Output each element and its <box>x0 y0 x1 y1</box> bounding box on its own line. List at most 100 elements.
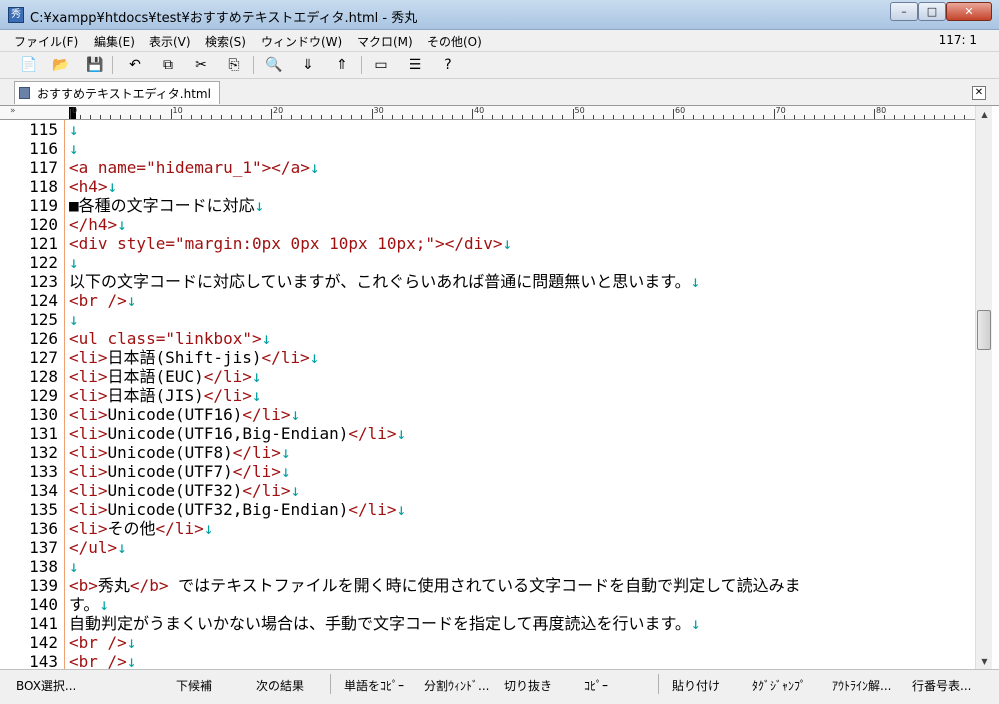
maximize-button[interactable]: □ <box>918 2 946 21</box>
editor-line[interactable]: 129 <li>日本語(JIS)</li>↓ <box>0 386 975 405</box>
line-text[interactable]: <li>日本語(Shift-jis)</li>↓ <box>69 348 319 367</box>
fkey-cut[interactable]: 切り抜き <box>504 677 552 694</box>
line-text[interactable]: <li>日本語(EUC)</li>↓ <box>69 367 262 386</box>
line-text[interactable]: <br />↓ <box>69 291 136 310</box>
editor-line[interactable]: 139 <b>秀丸</b> ではテキストファイルを開く時に使用されている文字コード… <box>0 576 975 595</box>
editor-line[interactable]: 119 ■各種の文字コードに対応↓ <box>0 196 975 215</box>
paste-icon[interactable]: ⎘ <box>223 55 245 75</box>
tab-close-icon[interactable]: ✕ <box>972 86 986 100</box>
search-up-icon[interactable]: ⇑ <box>331 55 353 75</box>
line-text[interactable]: ↓ <box>69 139 79 158</box>
cut-icon[interactable]: ✂ <box>190 55 212 75</box>
line-text[interactable]: ↓ <box>69 557 79 576</box>
line-text[interactable]: <a name="hidemaru_1"></a>↓ <box>69 158 319 177</box>
save-file-icon[interactable]: 💾 <box>84 55 106 75</box>
menu-other[interactable]: その他(O) <box>427 33 482 50</box>
line-text[interactable]: <li>Unicode(UTF32,Big-Endian)</li>↓ <box>69 500 406 519</box>
fkey-line-number[interactable]: 行番号表... <box>912 677 971 694</box>
editor-line[interactable]: 126 <ul class="linkbox">↓ <box>0 329 975 348</box>
line-text[interactable]: <b>秀丸</b> ではテキストファイルを開く時に使用されている文字コードを自動… <box>69 576 801 595</box>
scrollbar-thumb[interactable] <box>977 310 991 350</box>
editor-line[interactable]: 142 <br />↓ <box>0 633 975 652</box>
fkey-paste[interactable]: 貼り付け <box>672 677 720 694</box>
editor-line[interactable]: 125 ↓ <box>0 310 975 329</box>
editor-line[interactable]: 115 ↓ <box>0 120 975 139</box>
editor-line[interactable]: 135 <li>Unicode(UTF32,Big-Endian)</li>↓ <box>0 500 975 519</box>
fkey-outline[interactable]: ｱｳﾄﾗｲﾝ解... <box>832 677 891 694</box>
editor-line[interactable]: 141 自動判定がうまくいかない場合は、手動で文字コードを指定して再度読込を行いま… <box>0 614 975 633</box>
menu-search[interactable]: 検索(S) <box>205 33 246 50</box>
editor-line[interactable]: 133 <li>Unicode(UTF7)</li>↓ <box>0 462 975 481</box>
window-icon[interactable]: ▭ <box>370 55 392 75</box>
open-file-icon[interactable]: 📂 <box>50 55 72 75</box>
editor-line[interactable]: 120 </h4>↓ <box>0 215 975 234</box>
editor-line[interactable]: 121 <div style="margin:0px 0px 10px 10px;… <box>0 234 975 253</box>
line-text[interactable]: <br />↓ <box>69 652 136 670</box>
split-window-icon[interactable]: ☰ <box>404 55 426 75</box>
search-icon[interactable]: 🔍 <box>263 55 285 75</box>
line-text[interactable]: <ul class="linkbox">↓ <box>69 329 271 348</box>
menu-file[interactable]: ファイル(F) <box>14 33 78 50</box>
line-text[interactable]: <li>Unicode(UTF7)</li>↓ <box>69 462 291 481</box>
editor-line[interactable]: 127 <li>日本語(Shift-jis)</li>↓ <box>0 348 975 367</box>
fkey-box-select[interactable]: BOX選択... <box>16 677 76 694</box>
scroll-down-icon[interactable]: ▼ <box>976 653 993 670</box>
line-text[interactable]: ↓ <box>69 253 79 272</box>
line-text[interactable]: <li>Unicode(UTF16)</li>↓ <box>69 405 300 424</box>
menu-edit[interactable]: 編集(E) <box>94 33 135 50</box>
fkey-next-result[interactable]: 次の結果 <box>256 677 304 694</box>
line-text[interactable]: 以下の文字コードに対応していますが、これぐらいあれば普通に問題無いと思います。↓ <box>69 272 700 291</box>
fkey-tag-jump[interactable]: ﾀｸﾞｼﾞｬﾝﾌﾟ <box>752 677 806 694</box>
vertical-scrollbar[interactable]: ▲ ▼ <box>975 106 992 670</box>
editor-area[interactable]: » 0102030405060708090 115↓116↓117<a name… <box>0 105 999 670</box>
tab-document[interactable]: おすすめテキストエディタ.html <box>14 81 220 104</box>
line-text[interactable]: <li>Unicode(UTF16,Big-Endian)</li>↓ <box>69 424 406 443</box>
editor-line[interactable]: 131 <li>Unicode(UTF16,Big-Endian)</li>↓ <box>0 424 975 443</box>
minimize-button[interactable]: – <box>890 2 918 21</box>
line-text[interactable]: <li>その他</li>↓ <box>69 519 213 538</box>
hidemaru-app-icon[interactable]: 秀 <box>8 7 24 23</box>
line-text[interactable]: <li>Unicode(UTF32)</li>↓ <box>69 481 300 500</box>
editor-line[interactable]: 128 <li>日本語(EUC)</li>↓ <box>0 367 975 386</box>
editor-line[interactable]: 143 <br />↓ <box>0 652 975 670</box>
editor-line[interactable]: 122 ↓ <box>0 253 975 272</box>
undo-icon[interactable]: ↶ <box>124 55 146 75</box>
help-icon[interactable]: ? <box>437 55 459 75</box>
editor-line[interactable]: 130 <li>Unicode(UTF16)</li>↓ <box>0 405 975 424</box>
copy-icon[interactable]: ⧉ <box>157 55 179 75</box>
line-text[interactable]: </ul>↓ <box>69 538 127 557</box>
fkey-next-candidate[interactable]: 下候補 <box>176 677 212 694</box>
editor-line[interactable]: 138 ↓ <box>0 557 975 576</box>
editor-line[interactable]: 117 <a name="hidemaru_1"></a>↓ <box>0 158 975 177</box>
editor-line[interactable]: 118 <h4>↓ <box>0 177 975 196</box>
fkey-copy[interactable]: ｺﾋﾟｰ <box>584 677 608 694</box>
line-text[interactable]: ↓ <box>69 120 79 139</box>
line-text[interactable]: <li>日本語(JIS)</li>↓ <box>69 386 262 405</box>
line-text[interactable]: <br />↓ <box>69 633 136 652</box>
scroll-up-icon[interactable]: ▲ <box>976 106 993 123</box>
line-text[interactable]: <li>Unicode(UTF8)</li>↓ <box>69 443 291 462</box>
menu-view[interactable]: 表示(V) <box>149 33 191 50</box>
line-text[interactable]: 自動判定がうまくいかない場合は、手動で文字コードを指定して再度読込を行います。↓ <box>69 614 701 633</box>
line-text[interactable]: す。↓ <box>69 595 109 614</box>
line-text[interactable]: <h4>↓ <box>69 177 117 196</box>
new-file-icon[interactable]: 📄 <box>18 55 40 75</box>
text-lines[interactable]: 115 ↓ 116 ↓ 117 <a name="hidemaru_1"></a>↓ 118… <box>0 120 975 670</box>
line-text[interactable]: </h4>↓ <box>69 215 127 234</box>
editor-line[interactable]: 137 </ul>↓ <box>0 538 975 557</box>
editor-line[interactable]: 116 ↓ <box>0 139 975 158</box>
editor-line[interactable]: 132 <li>Unicode(UTF8)</li>↓ <box>0 443 975 462</box>
search-down-icon[interactable]: ⇓ <box>297 55 319 75</box>
menu-window[interactable]: ウィンドウ(W) <box>261 33 342 50</box>
line-text[interactable]: ↓ <box>69 310 79 329</box>
fkey-split-window[interactable]: 分割ｳｨﾝﾄﾞ... <box>424 677 489 694</box>
editor-line[interactable]: 123 以下の文字コードに対応していますが、これぐらいあれば普通に問題無いと思いま… <box>0 272 975 291</box>
fkey-copy-word[interactable]: 単語をｺﾋﾟｰ <box>344 677 404 694</box>
line-text[interactable]: ■各種の文字コードに対応↓ <box>69 196 264 215</box>
editor-line[interactable]: 134 <li>Unicode(UTF32)</li>↓ <box>0 481 975 500</box>
editor-line[interactable]: 136 <li>その他</li>↓ <box>0 519 975 538</box>
editor-line[interactable]: 140 す。↓ <box>0 595 975 614</box>
menu-macro[interactable]: マクロ(M) <box>357 33 413 50</box>
editor-line[interactable]: 124 <br />↓ <box>0 291 975 310</box>
line-text[interactable]: <div style="margin:0px 0px 10px 10px;"><… <box>69 234 512 253</box>
